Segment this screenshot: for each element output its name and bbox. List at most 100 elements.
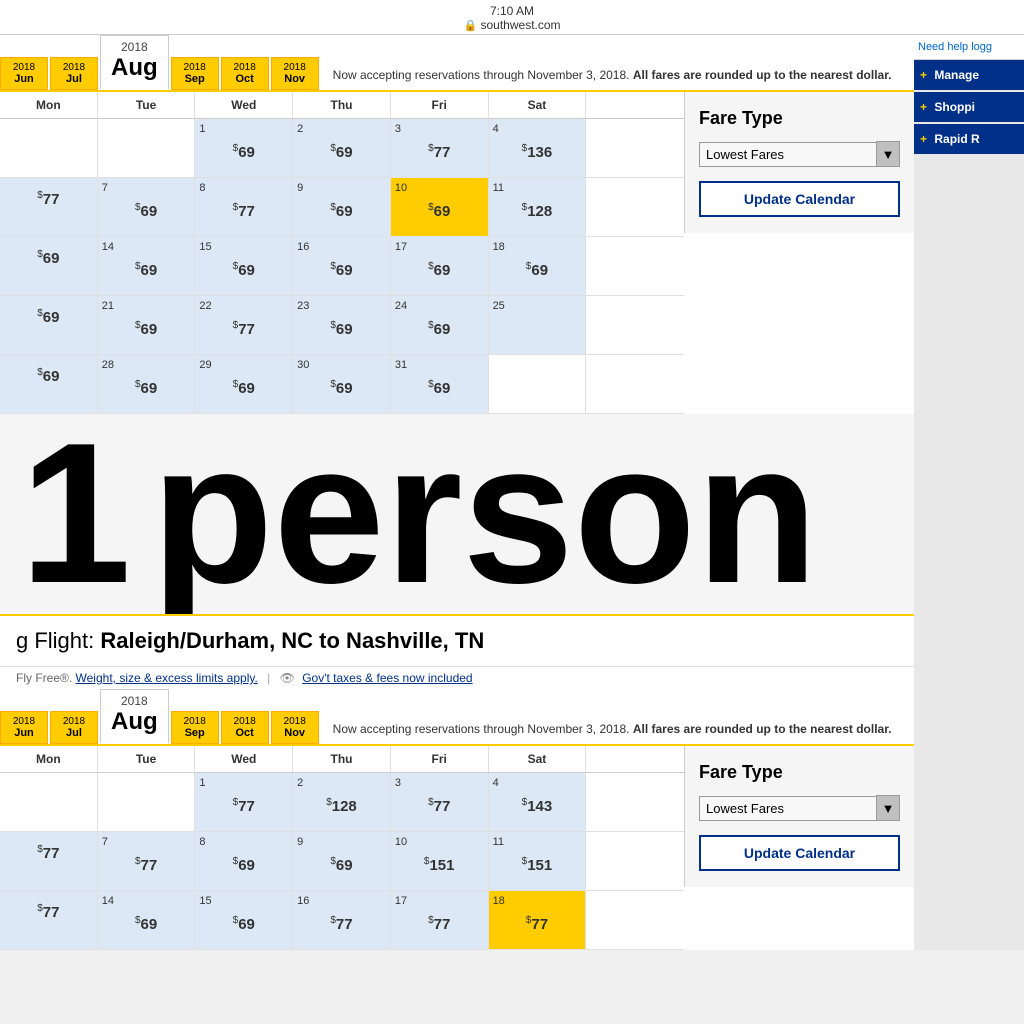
cal-cell-day-7[interactable]: 7$77: [98, 832, 196, 890]
cal-cell-day-4[interactable]: 4$136: [489, 119, 587, 177]
month-tab-nov[interactable]: 2018Nov: [271, 57, 319, 90]
pipe-divider: |: [267, 671, 270, 685]
day-header-wed: Wed: [195, 746, 293, 772]
return-section: 2018Jun2018Jul2018Aug2018Sep2018Oct2018N…: [0, 689, 914, 950]
month-tab-jul[interactable]: 2018Jul: [50, 711, 98, 744]
month-tab-aug[interactable]: 2018Aug: [100, 35, 169, 90]
cal-cell-empty: [98, 773, 196, 831]
return-day-headers: MonTueWedThuFriSat: [0, 746, 684, 773]
cal-cell-day-23[interactable]: 23$69: [293, 296, 391, 354]
cal-row-2: $7714$6915$6916$7717$7718$77: [0, 891, 684, 950]
cal-cell-14-partial[interactable]: $69: [0, 237, 98, 295]
cal-cell-day-17[interactable]: 17$69: [391, 237, 489, 295]
month-tab-sep[interactable]: 2018Sep: [171, 57, 219, 90]
cal-cell-7-partial[interactable]: $77: [0, 832, 98, 890]
outbound-fare-type-panel: Fare Type Lowest Fares Business Select A…: [684, 92, 914, 233]
cal-cell-empty: [0, 119, 98, 177]
cal-cell-day-2[interactable]: 2$128: [293, 773, 391, 831]
day-header-mon: Mon: [0, 746, 98, 772]
bag-fee-link[interactable]: Weight, size & excess limits apply.: [76, 671, 258, 685]
day-header-mon: Mon: [0, 92, 98, 118]
cal-cell-day-31[interactable]: 31$69: [391, 355, 489, 413]
cal-row-4: $6928$6929$6930$6931$69: [0, 355, 684, 414]
return-fare-select[interactable]: Lowest Fares Business Select Anytime Wan…: [699, 796, 877, 821]
cal-cell-day-10[interactable]: 10$69: [391, 178, 489, 236]
sidebar-manage-button[interactable]: + Manage: [914, 60, 1024, 90]
cal-cell-day-8[interactable]: 8$69: [195, 832, 293, 890]
sidebar-rapid-button[interactable]: + Rapid R: [914, 124, 1024, 154]
cal-cell-day-28[interactable]: 28$69: [98, 355, 196, 413]
cal-cell-28-partial[interactable]: $69: [0, 355, 98, 413]
cal-cell-day-24[interactable]: 24$69: [391, 296, 489, 354]
sidebar-shopping-button[interactable]: + Shoppi: [914, 92, 1024, 122]
cal-cell-day-10[interactable]: 10$151: [391, 832, 489, 890]
return-cal-rows: 1$772$1283$774$143$777$778$699$6910$1511…: [0, 773, 684, 950]
month-tab-oct[interactable]: 2018Oct: [221, 57, 269, 90]
cal-cell-7-partial[interactable]: $77: [0, 178, 98, 236]
return-update-calendar-button[interactable]: Update Calendar: [699, 835, 900, 871]
month-tab-jun[interactable]: 2018Jun: [0, 57, 48, 90]
return-flight-title: g Flight: Raleigh/Durham, NC to Nashvill…: [16, 628, 898, 654]
outbound-cal-rows: 1$692$693$774$136 $777$698$779$6910$6911$…: [0, 119, 684, 414]
tax-note-link[interactable]: Gov't taxes & fees now included: [302, 671, 472, 685]
cal-cell-day-22[interactable]: 22$77: [195, 296, 293, 354]
day-header-tue: Tue: [98, 746, 196, 772]
cal-cell-day-11[interactable]: 11$151: [489, 832, 587, 890]
cal-cell-day-9[interactable]: 9$69: [293, 832, 391, 890]
outbound-notice-strong: All fares are rounded up to the nearest …: [633, 68, 892, 82]
outbound-fare-dropdown-arrow[interactable]: ▼: [876, 141, 900, 167]
cal-cell-day-2[interactable]: 2$69: [293, 119, 391, 177]
return-flight-route: Raleigh/Durham, NC to Nashville, TN: [100, 628, 484, 653]
cal-cell-day-14[interactable]: 14$69: [98, 891, 196, 949]
lock-icon: 🔒: [463, 20, 477, 32]
cal-cell-14-partial[interactable]: $77: [0, 891, 98, 949]
cal-cell-day-4[interactable]: 4$143: [489, 773, 587, 831]
overlay-number: 1: [0, 414, 151, 614]
day-header-thu: Thu: [293, 746, 391, 772]
url-display: southwest.com: [481, 18, 561, 32]
cal-cell-day-7[interactable]: 7$69: [98, 178, 196, 236]
cal-cell-day-11[interactable]: 11$128: [489, 178, 587, 236]
outbound-calendar-fare-wrapper: MonTueWedThuFriSat 1$692$693$774$136$777…: [0, 92, 914, 414]
return-notice-strong: All fares are rounded up to the nearest …: [633, 722, 892, 736]
return-fare-select-wrapper: Lowest Fares Business Select Anytime Wan…: [699, 795, 900, 821]
return-month-nav: 2018Jun2018Jul2018Aug2018Sep2018Oct2018N…: [0, 689, 914, 746]
cal-cell-day-14[interactable]: 14$69: [98, 237, 196, 295]
cal-cell-day-21[interactable]: 21$69: [98, 296, 196, 354]
cal-cell-day-15[interactable]: 15$69: [195, 237, 293, 295]
outbound-update-calendar-button[interactable]: Update Calendar: [699, 181, 900, 217]
cal-cell-day-15[interactable]: 15$69: [195, 891, 293, 949]
cal-cell-day-1[interactable]: 1$77: [195, 773, 293, 831]
return-flight-header: g Flight: Raleigh/Durham, NC to Nashvill…: [0, 614, 914, 667]
cal-cell-day-16[interactable]: 16$69: [293, 237, 391, 295]
cal-cell-empty: [98, 119, 196, 177]
cal-cell-day-3[interactable]: 3$77: [391, 773, 489, 831]
month-tab-jul[interactable]: 2018Jul: [50, 57, 98, 90]
month-tab-nov[interactable]: 2018Nov: [271, 711, 319, 744]
cal-cell-day-8[interactable]: 8$77: [195, 178, 293, 236]
cal-cell-day-29[interactable]: 29$69: [195, 355, 293, 413]
overlay-word: person: [151, 414, 818, 614]
day-header-fri: Fri: [391, 92, 489, 118]
cal-cell-day-18[interactable]: 18$69: [489, 237, 587, 295]
cal-row-2: $6914$6915$6916$6917$6918$69: [0, 237, 684, 296]
cal-cell-day-16[interactable]: 16$77: [293, 891, 391, 949]
right-sidebar: Need help logg + Manage + Shoppi + Rapid…: [914, 35, 1024, 950]
cal-cell-day-3[interactable]: 3$77: [391, 119, 489, 177]
cal-cell-day-18[interactable]: 18$77: [489, 891, 587, 949]
return-notice-text: Now accepting reservations through Novem…: [333, 722, 633, 736]
cal-cell-day-30[interactable]: 30$69: [293, 355, 391, 413]
cal-cell-21-partial[interactable]: $69: [0, 296, 98, 354]
month-tab-aug[interactable]: 2018Aug: [100, 689, 169, 744]
cal-cell-day-17[interactable]: 17$77: [391, 891, 489, 949]
sidebar-help-text: Need help logg: [914, 35, 1024, 60]
cal-cell-day-1[interactable]: 1$69: [195, 119, 293, 177]
cal-cell-day-25[interactable]: 25: [489, 296, 587, 354]
month-tab-oct[interactable]: 2018Oct: [221, 711, 269, 744]
return-fare-dropdown-arrow[interactable]: ▼: [876, 795, 900, 821]
month-tab-sep[interactable]: 2018Sep: [171, 711, 219, 744]
return-flight-label: g Flight:: [16, 628, 100, 653]
month-tab-jun[interactable]: 2018Jun: [0, 711, 48, 744]
outbound-fare-select[interactable]: Lowest Fares Business Select Anytime Wan…: [699, 142, 877, 167]
cal-cell-day-9[interactable]: 9$69: [293, 178, 391, 236]
